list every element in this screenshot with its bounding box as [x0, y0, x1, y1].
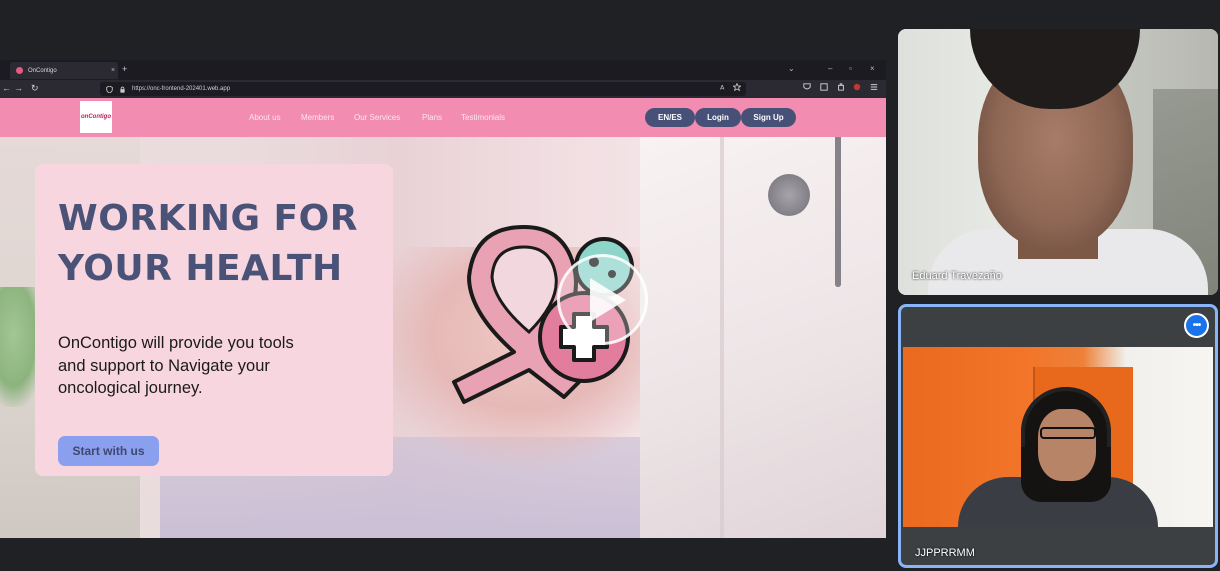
tab-bar: OnContigo × + ⌄ – ▫ × — [0, 60, 886, 80]
new-tab-button[interactable]: + — [122, 64, 127, 74]
participant-tile-active[interactable]: ••• JJPPRRMM — [898, 304, 1218, 568]
tab-title: OnContigo — [28, 67, 57, 74]
login-button[interactable]: Login — [695, 108, 741, 127]
forward-icon[interactable]: → — [14, 83, 23, 93]
nav-link-about[interactable]: About us — [249, 113, 281, 122]
hero-section: WORKING FOR YOUR HEALTH OnContigo will p… — [0, 137, 886, 538]
svg-text:A: A — [720, 83, 725, 91]
nav-link-plans[interactable]: Plans — [422, 113, 442, 122]
hero-card: WORKING FOR YOUR HEALTH OnContigo will p… — [35, 164, 393, 476]
play-icon — [590, 278, 626, 322]
play-video-button[interactable] — [557, 254, 648, 345]
navigation-bar: ← → ↻ https://onc-frontend-202401.web.ap… — [0, 80, 886, 98]
extensions-icon[interactable] — [820, 83, 828, 91]
reload-icon[interactable]: ↻ — [31, 83, 39, 94]
signup-button[interactable]: Sign Up — [741, 108, 796, 127]
hero-title: WORKING FOR YOUR HEALTH — [58, 198, 358, 289]
maximize-button[interactable]: ▫ — [849, 64, 852, 73]
back-icon[interactable]: ← — [2, 83, 11, 93]
participant-name: JJPPRRMM — [915, 547, 975, 559]
ublock-icon[interactable] — [853, 83, 861, 91]
minimize-button[interactable]: – — [828, 64, 832, 73]
stethoscope-image — [835, 137, 841, 287]
participant-tile[interactable]: Eduard Travezaño — [898, 29, 1218, 295]
browser-tab[interactable]: OnContigo × — [10, 62, 118, 79]
coat-fold — [720, 137, 724, 538]
participant-video — [903, 347, 1213, 527]
doctor-coat-image — [640, 137, 886, 538]
favicon-icon — [16, 67, 23, 74]
menu-icon[interactable] — [870, 83, 878, 91]
star-icon[interactable] — [733, 83, 741, 91]
participant-name: Eduard Travezaño — [912, 270, 1002, 282]
nav-link-services[interactable]: Our Services — [354, 113, 400, 122]
close-window-button[interactable]: × — [870, 64, 875, 73]
start-with-us-button[interactable]: Start with us — [58, 436, 159, 466]
shield-icon — [106, 85, 113, 93]
shared-browser-window: OnContigo × + ⌄ – ▫ × ← → ↻ https://onc-… — [0, 60, 886, 538]
url-bar[interactable]: https://onc-frontend-202401.web.app — [100, 82, 746, 96]
screen: OnContigo × + ⌄ – ▫ × ← → ↻ https://onc-… — [0, 0, 1220, 571]
translate-icon[interactable]: A — [720, 83, 728, 91]
url-text: https://onc-frontend-202401.web.app — [132, 86, 231, 92]
addon-icon[interactable] — [837, 83, 845, 91]
tab-close-icon[interactable]: × — [108, 67, 118, 74]
hero-description: OnContigo will provide you tools and sup… — [58, 334, 294, 397]
tab-list-icon[interactable]: ⌄ — [788, 64, 795, 73]
pocket-icon[interactable] — [803, 83, 811, 91]
stethoscope-head — [768, 174, 810, 216]
language-toggle-button[interactable]: EN/ES — [645, 108, 695, 127]
logo-text: onContigo — [81, 114, 111, 120]
website-viewport: onContigo About us Members Our Services … — [0, 98, 886, 538]
nav-link-testimonials[interactable]: Testimonials — [461, 113, 505, 122]
site-logo[interactable]: onContigo — [80, 101, 112, 133]
site-header: onContigo About us Members Our Services … — [0, 98, 886, 137]
more-options-button[interactable]: ••• — [1184, 313, 1209, 338]
nav-link-members[interactable]: Members — [301, 113, 334, 122]
lock-icon — [120, 86, 125, 93]
